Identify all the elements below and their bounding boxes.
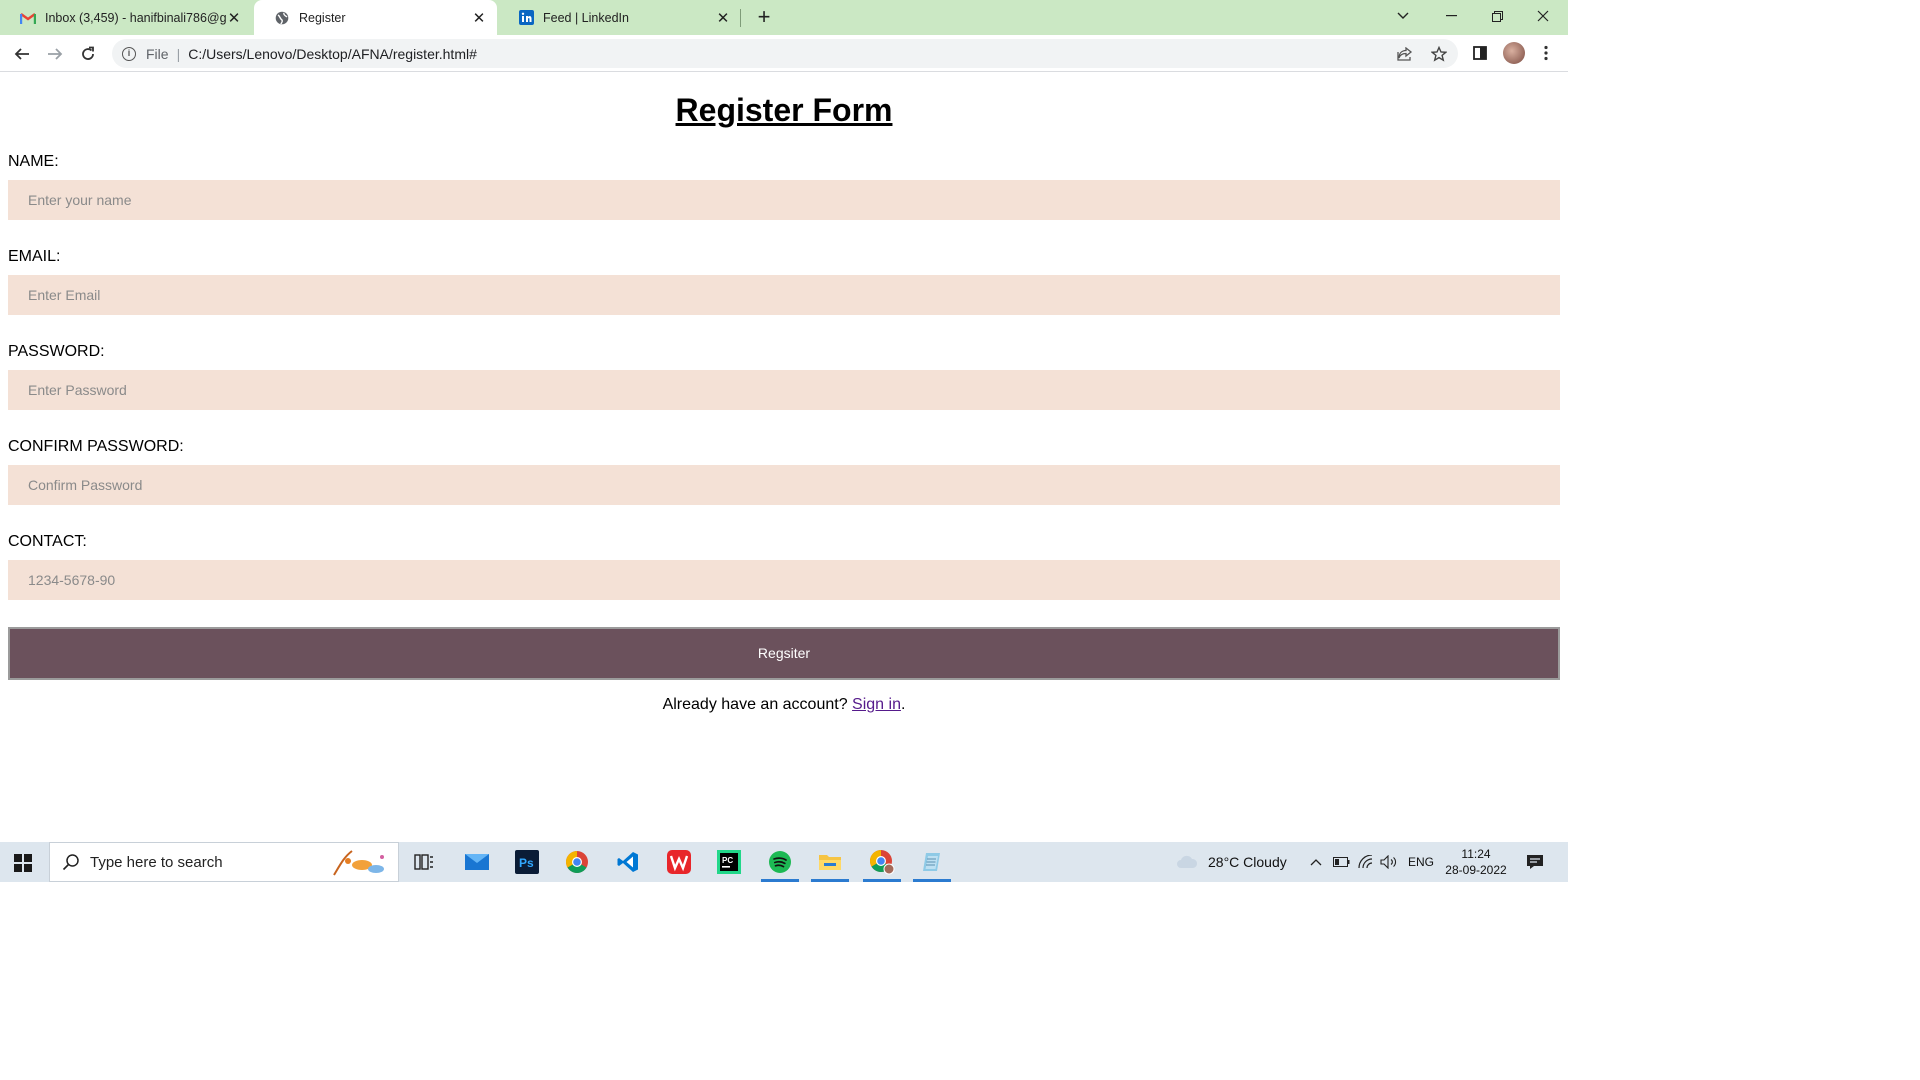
scheme-divider: |	[176, 45, 181, 62]
close-tab-icon[interactable]: ✕	[471, 10, 487, 27]
browser-tab-strip: Inbox (3,459) - hanifbinali786@g ✕ Regis…	[0, 0, 1568, 35]
tab-title: Register	[299, 10, 346, 25]
bookmark-star-icon[interactable]	[1430, 45, 1448, 63]
chrome-icon[interactable]	[560, 848, 594, 876]
page-content: Register Form NAME: EMAIL: PASSWORD: CON…	[0, 72, 1568, 842]
vscode-icon[interactable]	[611, 848, 645, 876]
close-tab-icon[interactable]: ✕	[715, 10, 731, 27]
address-bar[interactable]: i File | C:/Users/Lenovo/Desktop/AFNA/re…	[112, 39, 1458, 68]
email-input[interactable]	[8, 275, 1560, 315]
weather-text: 28°C Cloudy	[1208, 854, 1287, 870]
search-placeholder: Type here to search	[90, 853, 223, 871]
svg-text:PC: PC	[722, 856, 733, 865]
forward-button[interactable]	[42, 41, 68, 67]
weather-widget[interactable]: 28°C Cloudy	[1176, 842, 1287, 882]
svg-text:Ps: Ps	[519, 856, 534, 870]
reload-button[interactable]	[75, 41, 101, 67]
restore-button[interactable]	[1474, 0, 1520, 32]
signin-prompt: Already have an account? Sign in.	[0, 696, 1568, 714]
taskbar-search-box[interactable]: Type here to search	[49, 842, 399, 882]
cloud-icon	[1176, 855, 1198, 869]
close-window-button[interactable]	[1520, 0, 1566, 32]
photoshop-icon[interactable]: Ps	[510, 848, 544, 876]
password-label: PASSWORD:	[8, 343, 105, 360]
gmail-icon	[20, 10, 36, 26]
tab-search-icon[interactable]	[1380, 0, 1426, 32]
clock-time: 11:24	[1461, 847, 1491, 861]
chrome-profile-icon[interactable]	[863, 848, 901, 882]
register-button[interactable]: Regsiter	[8, 627, 1560, 680]
file-explorer-icon[interactable]	[811, 848, 849, 882]
confirm-password-input[interactable]	[8, 465, 1560, 505]
share-icon[interactable]	[1396, 45, 1414, 63]
contact-label: CONTACT:	[8, 533, 87, 550]
wifi-icon[interactable]	[1355, 848, 1377, 876]
new-tab-button[interactable]: +	[752, 6, 776, 30]
clock[interactable]: 11:24 28-09-2022	[1436, 846, 1516, 878]
pycharm-icon[interactable]: PC	[712, 848, 746, 876]
tab-gmail[interactable]: Inbox (3,459) - hanifbinali786@g ✕	[0, 0, 252, 35]
volume-icon[interactable]	[1378, 848, 1400, 876]
search-icon	[62, 853, 80, 871]
linkedin-icon	[518, 10, 534, 26]
menu-dots-icon[interactable]	[1536, 43, 1556, 63]
email-label: EMAIL:	[8, 248, 61, 265]
tab-title: Feed | LinkedIn	[543, 10, 629, 25]
search-highlight-icon	[326, 847, 390, 879]
url-text[interactable]: C:/Users/Lenovo/Desktop/AFNA/register.ht…	[188, 46, 477, 62]
tab-title: Inbox (3,459) - hanifbinali786@g	[45, 10, 226, 25]
tab-divider	[740, 9, 741, 27]
confirm-password-label: CONFIRM PASSWORD:	[8, 438, 184, 455]
tab-linkedin[interactable]: Feed | LinkedIn ✕	[498, 0, 741, 35]
close-tab-icon[interactable]: ✕	[226, 10, 242, 27]
signin-prompt-text: Already have an account?	[662, 696, 853, 713]
globe-icon	[274, 10, 290, 26]
name-input[interactable]	[8, 180, 1560, 220]
signin-link[interactable]: Sign in	[852, 696, 901, 713]
profile-avatar[interactable]	[1503, 42, 1525, 64]
task-view-icon[interactable]	[407, 848, 441, 876]
mail-app-icon[interactable]	[460, 848, 494, 876]
browser-toolbar: i File | C:/Users/Lenovo/Desktop/AFNA/re…	[0, 35, 1568, 72]
scheme-label: File	[146, 45, 169, 62]
name-label: NAME:	[8, 153, 59, 170]
chevron-up-icon[interactable]	[1307, 848, 1325, 876]
side-panel-icon[interactable]	[1470, 43, 1490, 63]
spotify-icon[interactable]	[761, 848, 799, 882]
password-input[interactable]	[8, 370, 1560, 410]
language-indicator[interactable]: ENG	[1408, 842, 1434, 882]
taskbar: Type here to search Ps PC 28°C Cloudy EN…	[0, 842, 1568, 882]
minimize-button[interactable]	[1428, 0, 1474, 32]
tab-register[interactable]: Register ✕	[254, 0, 497, 35]
battery-icon[interactable]	[1331, 848, 1351, 876]
signin-prompt-suffix: .	[900, 696, 906, 713]
back-button[interactable]	[9, 41, 35, 67]
site-info-icon[interactable]: i	[122, 46, 136, 61]
contact-input[interactable]	[8, 560, 1560, 600]
wps-office-icon[interactable]	[662, 848, 696, 876]
page-title: Register Form	[675, 92, 893, 128]
notepad-icon[interactable]	[913, 848, 951, 882]
notification-icon[interactable]	[1522, 848, 1548, 876]
windows-start-icon[interactable]	[14, 854, 32, 872]
clock-date: 28-09-2022	[1445, 863, 1507, 877]
